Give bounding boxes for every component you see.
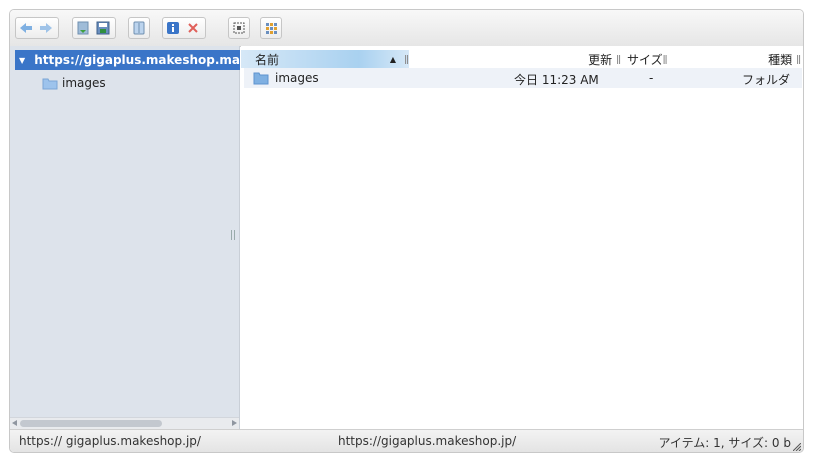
back-arrow-icon — [20, 23, 32, 33]
download-button[interactable] — [73, 18, 93, 38]
column-resize-handle[interactable]: ǁ — [616, 54, 621, 65]
column-header-modified[interactable]: 更新 ǁ — [571, 50, 621, 68]
navigation-group — [15, 17, 59, 39]
status-path-center: https://gigaplus.makeshop.jp/ — [338, 434, 517, 448]
view-group — [260, 17, 282, 39]
column-header-kind[interactable]: 種類 ǁ — [761, 50, 801, 68]
resize-grip-icon[interactable] — [793, 443, 801, 451]
server-icon — [29, 52, 30, 68]
file-group — [72, 17, 116, 39]
file-row[interactable]: images 今日 11:23 AM - フォルダ — [244, 68, 802, 88]
forward-button[interactable] — [36, 18, 56, 38]
sidebar-tree: ▼ https://gigaplus.makeshop.ma images — [10, 46, 240, 429]
download-icon — [77, 21, 89, 35]
toolbar — [10, 10, 803, 47]
view-grid-button[interactable] — [261, 18, 281, 38]
select-frame-icon — [233, 22, 245, 34]
info-icon — [167, 22, 179, 34]
back-button[interactable] — [16, 18, 36, 38]
folder-icon — [42, 78, 58, 90]
grid-view-icon — [266, 23, 277, 34]
expand-arrow-icon[interactable]: ▼ — [19, 56, 25, 65]
sidebar-horizontal-scrollbar[interactable] — [10, 417, 239, 429]
tree-root-label: https://gigaplus.makeshop.ma — [34, 53, 240, 67]
save-icon — [96, 21, 110, 35]
select-button[interactable] — [229, 18, 249, 38]
column-header-size[interactable]: サイズ ǁ — [627, 50, 681, 68]
info-button[interactable] — [163, 18, 183, 38]
status-path-left: https:// gigaplus.makeshop.jp/ — [19, 434, 201, 448]
edit-group — [162, 17, 206, 39]
delete-x-icon — [188, 23, 198, 33]
select-group — [228, 17, 250, 39]
column-name-label: 名前 — [255, 52, 280, 67]
forward-arrow-icon — [40, 23, 52, 33]
tree-item-images[interactable]: images — [42, 74, 106, 92]
tree-root-item[interactable]: ▼ https://gigaplus.makeshop.ma — [15, 50, 240, 70]
scroll-right-arrow-icon[interactable] — [232, 420, 237, 426]
status-bar: https:// gigaplus.makeshop.jp/ https://g… — [10, 429, 803, 452]
scrollbar-thumb[interactable] — [20, 420, 162, 427]
file-modified: 今日 11:23 AM — [514, 73, 599, 87]
column-resize-handle[interactable]: ǁ — [404, 54, 409, 65]
file-manager-window: ▼ https://gigaplus.makeshop.ma images 名前… — [9, 9, 804, 453]
column-kind-label: 種類 — [768, 52, 793, 67]
copy-group — [128, 17, 150, 39]
file-list-pane: 名前 ▲ ǁ 更新 ǁ サイズ ǁ 種類 ǁ images 今日 11:23 A… — [241, 46, 803, 429]
tree-item-label: images — [62, 76, 106, 90]
file-size: - — [649, 71, 654, 85]
sort-ascending-icon: ▲ — [389, 54, 397, 64]
folder-icon — [253, 72, 269, 85]
file-kind: フォルダ — [741, 73, 790, 87]
column-size-label: サイズ — [627, 52, 663, 67]
sidebar-resize-handle[interactable] — [231, 230, 235, 240]
file-name: images — [275, 71, 319, 85]
column-header-name[interactable]: 名前 ▲ ǁ — [241, 50, 409, 68]
save-button[interactable] — [93, 18, 113, 38]
column-modified-label: 更新 — [588, 52, 613, 67]
status-summary: アイテム: 1, サイズ: 0 b — [658, 436, 792, 450]
copy-icon — [133, 21, 145, 35]
scroll-left-arrow-icon[interactable] — [12, 420, 17, 426]
column-resize-handle[interactable]: ǁ — [796, 54, 801, 65]
column-resize-handle[interactable]: ǁ — [663, 54, 668, 65]
delete-button[interactable] — [183, 18, 203, 38]
copy-button[interactable] — [129, 18, 149, 38]
